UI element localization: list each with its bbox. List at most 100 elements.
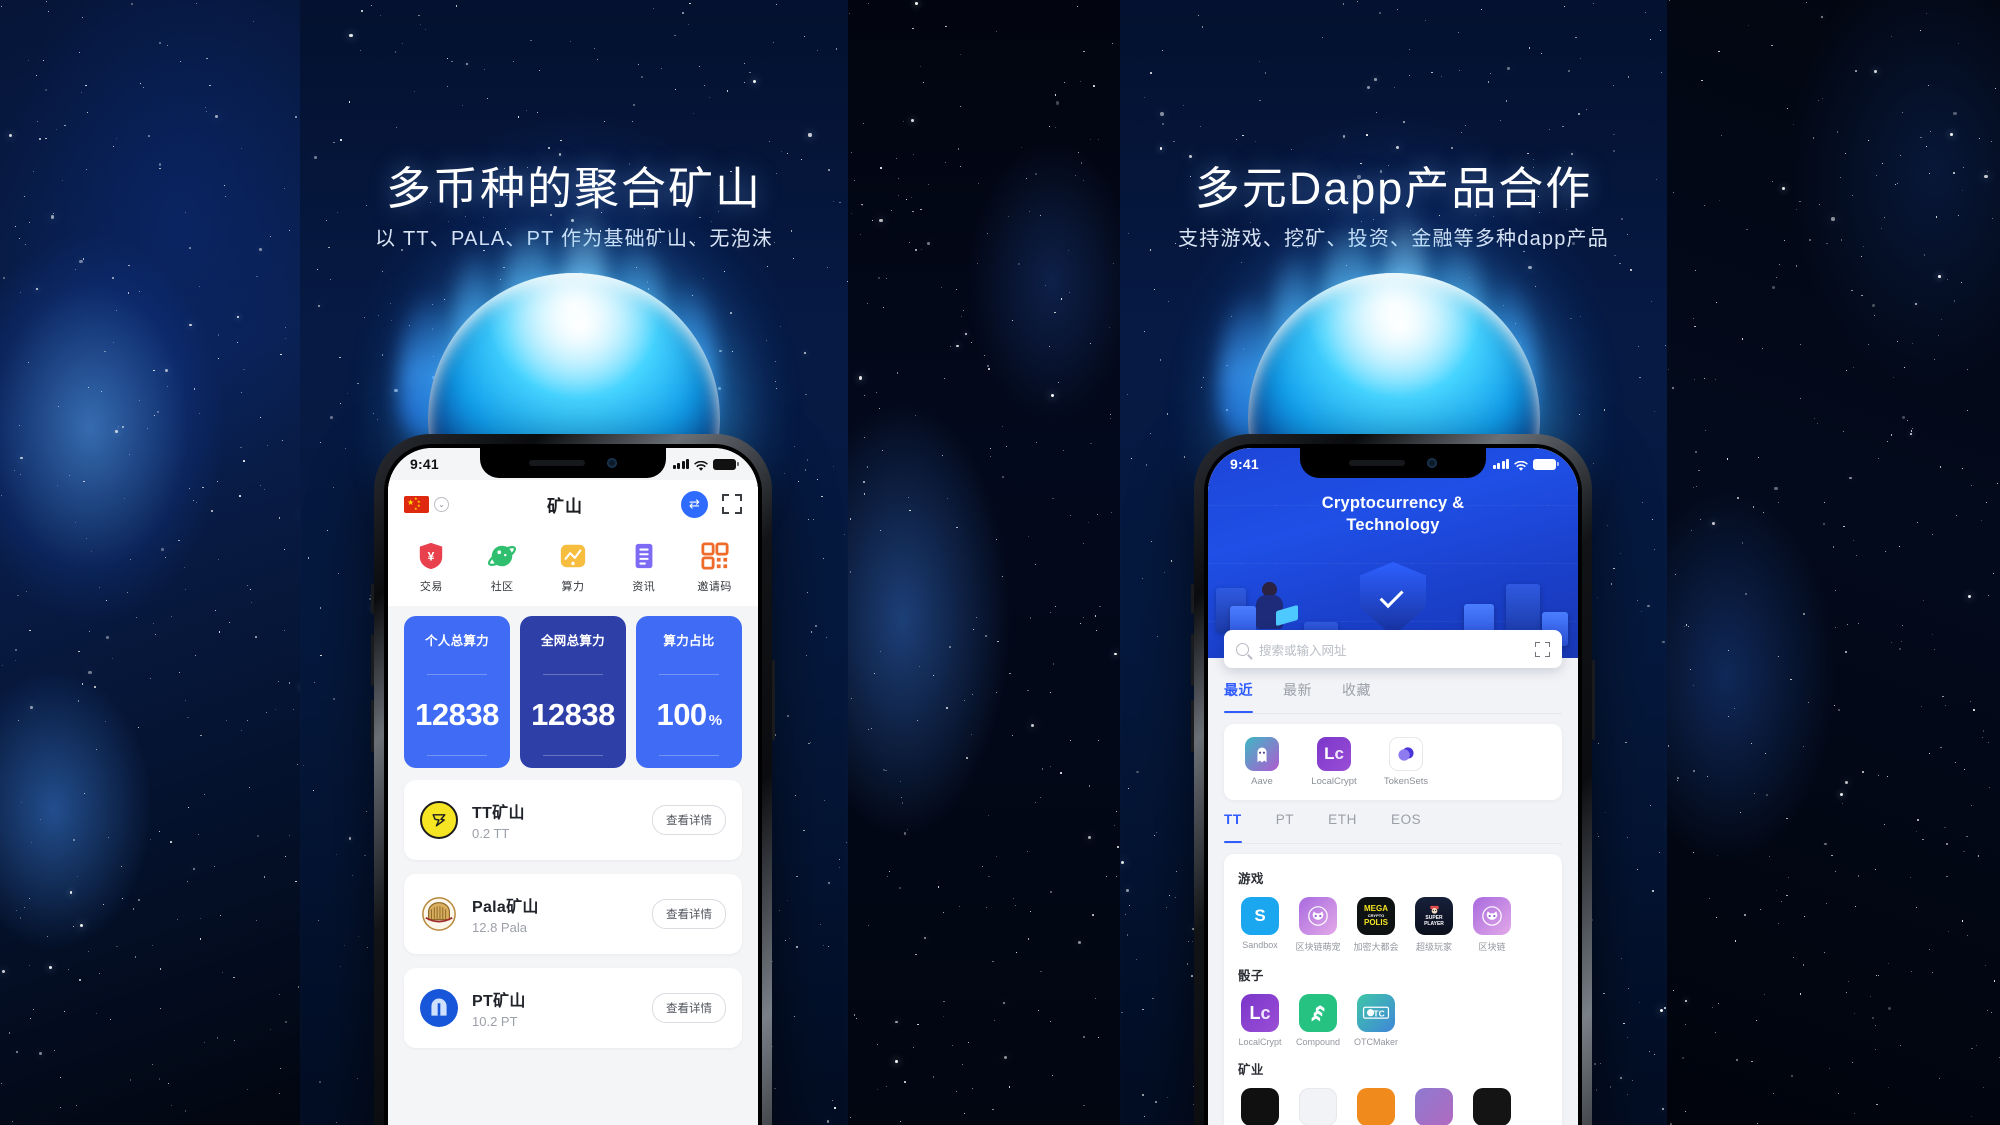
tab-tt[interactable]: TT <box>1224 812 1242 843</box>
dapp-item-superplayer[interactable]: SUPER PLAYER 超级玩家 <box>1412 897 1456 953</box>
china-flag-icon[interactable]: ★ ★ ★ ★ ★ <box>404 495 429 513</box>
divider <box>658 754 720 756</box>
notch <box>480 448 666 478</box>
stat-card-network[interactable]: 全网总算力 12838 <box>520 616 626 768</box>
mine-name: TT矿山 <box>472 805 525 822</box>
dapp-label: 区块链 <box>1478 942 1506 952</box>
space-background-left <box>0 0 300 1125</box>
volume-down-button[interactable] <box>1191 700 1194 752</box>
dapp-item-otcmaker[interactable]: TC OTCMaker <box>1354 994 1398 1047</box>
pala-coin-icon <box>420 895 458 933</box>
view-detail-button[interactable]: 查看详情 <box>652 805 726 835</box>
quick-action-trade[interactable]: ¥ 交易 <box>402 541 460 594</box>
mute-switch[interactable] <box>371 584 374 614</box>
mine-list: TT矿山 0.2 TT 查看详情 Pala矿山 12.8 Pala 查看详情 P… <box>404 780 742 1125</box>
dapp-label: LocalCrypt <box>1311 776 1357 787</box>
search-bar[interactable]: 搜索或输入网址 <box>1224 630 1562 668</box>
dapp-item-aave[interactable]: Aave <box>1236 737 1288 787</box>
starfield <box>0 0 300 1125</box>
volume-down-button[interactable] <box>371 700 374 752</box>
hero-title-line: Cryptocurrency & <box>1321 494 1465 512</box>
power-button[interactable] <box>772 660 775 740</box>
divider <box>426 673 488 675</box>
chevron-down-icon[interactable]: ⌄ <box>434 496 449 512</box>
tab-favorites[interactable]: 收藏 <box>1342 680 1371 713</box>
quick-action-community[interactable]: 社区 <box>473 541 531 594</box>
dapp-item-mining-4[interactable] <box>1412 1088 1456 1125</box>
tab-latest[interactable]: 最新 <box>1283 680 1312 713</box>
section-title-games: 游戏 <box>1238 872 1264 886</box>
dapp-item-blockchain-5[interactable]: 区块链 <box>1470 897 1514 953</box>
tab-eos[interactable]: EOS <box>1391 812 1421 843</box>
dapp-label: 超级玩家 <box>1415 942 1452 952</box>
dapp-item-mining-5[interactable] <box>1470 1088 1514 1125</box>
status-indicators <box>1492 458 1559 471</box>
front-camera-icon <box>607 458 617 468</box>
search-input[interactable]: 搜索或输入网址 <box>1259 640 1535 659</box>
promo-title-right: 多元Dapp产品合作 <box>1194 163 1593 214</box>
mining-app-icon <box>1415 1088 1453 1125</box>
compound-icon <box>1299 994 1337 1032</box>
sandbox-icon: S <box>1241 897 1279 935</box>
battery-icon <box>1533 458 1559 470</box>
scan-icon[interactable] <box>1535 641 1550 657</box>
view-detail-button[interactable]: 查看详情 <box>652 993 726 1023</box>
notch <box>1300 448 1486 478</box>
phone-device-right: Cryptocurrency & Technology 9:41 搜索或输入网址… <box>1191 434 1595 1125</box>
dapp-item-compound[interactable]: Compound <box>1296 994 1340 1047</box>
dapp-label: Sandbox <box>1242 940 1278 950</box>
mining-app-icon <box>1357 1088 1395 1125</box>
power-button[interactable] <box>1592 660 1595 740</box>
mine-list-item[interactable]: Pala矿山 12.8 Pala 查看详情 <box>404 874 742 954</box>
section-title-dice: 骰子 <box>1238 969 1264 983</box>
search-icon <box>1236 642 1249 656</box>
stat-card-share[interactable]: 算力占比 100% <box>636 616 742 768</box>
cat-pet-icon <box>1299 897 1337 935</box>
space-background-middle <box>848 0 1120 1125</box>
dapp-item-megacryptopolis[interactable]: MEGA CRYPTO POLIS 加密大都会 <box>1354 897 1399 953</box>
shield-yuan-icon: ¥ <box>416 541 446 571</box>
dapp-browser-screen: Cryptocurrency & Technology 9:41 搜索或输入网址… <box>1208 448 1578 1125</box>
tab-eth[interactable]: ETH <box>1328 812 1357 843</box>
svg-text:¥: ¥ <box>428 549 435 563</box>
volume-up-button[interactable] <box>1191 634 1194 686</box>
quick-action-invite[interactable]: 邀请码 <box>686 541 744 594</box>
hero-title: Cryptocurrency & Technology <box>1208 492 1578 537</box>
tab-pt[interactable]: PT <box>1276 812 1294 843</box>
mining-app-icon <box>1473 1088 1511 1125</box>
view-detail-button[interactable]: 查看详情 <box>652 899 726 929</box>
tokensets-icon <box>1389 737 1423 771</box>
dapp-item-mining-3[interactable] <box>1354 1088 1398 1125</box>
quick-action-label: 算力 <box>561 580 585 593</box>
tt-coin-icon <box>420 801 458 839</box>
planet-icon <box>487 541 517 571</box>
dapp-item-tokensets[interactable]: TokenSets <box>1380 737 1432 787</box>
battery-icon <box>713 458 739 470</box>
starfield <box>848 0 1120 1125</box>
tab-recent[interactable]: 最近 <box>1224 680 1253 713</box>
dapp-label: Compound <box>1295 1037 1341 1047</box>
dapp-item-localcrypt[interactable]: Lc LocalCrypt <box>1308 737 1360 787</box>
mine-info: Pala矿山 12.8 Pala <box>472 893 652 935</box>
dapp-item-mining-2[interactable] <box>1296 1088 1340 1125</box>
mine-list-item[interactable]: PT矿山 10.2 PT 查看详情 <box>404 968 742 1048</box>
volume-up-button[interactable] <box>371 634 374 686</box>
quick-action-label: 资讯 <box>632 580 656 593</box>
dapp-label: OTCMaker <box>1354 1037 1399 1047</box>
mute-switch[interactable] <box>1191 584 1194 614</box>
dapp-item-mining-1[interactable] <box>1238 1088 1282 1125</box>
quick-action-hashrate[interactable]: 算力 <box>544 541 602 594</box>
stat-card-personal[interactable]: 个人总算力 12838 <box>404 616 510 768</box>
dapp-item-sandbox[interactable]: S Sandbox <box>1238 897 1282 953</box>
pt-coin-icon <box>420 989 458 1027</box>
stat-value: 12838 <box>415 697 499 733</box>
dapp-item-localcrypt-dice[interactable]: Lc LocalCrypt <box>1238 994 1282 1047</box>
scan-icon[interactable] <box>722 494 742 514</box>
quick-action-news[interactable]: 资讯 <box>615 541 673 594</box>
swap-button[interactable]: ⇄ <box>681 490 708 518</box>
divider <box>542 754 604 756</box>
quick-action-label: 社区 <box>490 580 514 593</box>
dapp-row-games: S Sandbox 区块链萌宠 MEGA CRYPTO POLIS 加密大都会 … <box>1238 897 1562 953</box>
mine-list-item[interactable]: TT矿山 0.2 TT 查看详情 <box>404 780 742 860</box>
dapp-item-blockchain-pet[interactable]: 区块链萌宠 <box>1296 897 1341 953</box>
